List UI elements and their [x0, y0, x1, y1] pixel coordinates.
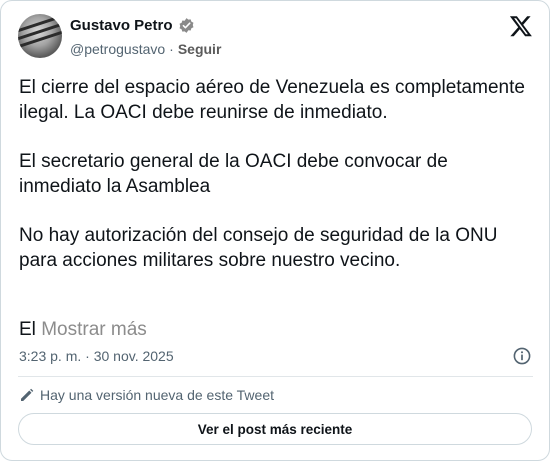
tweet-timestamp[interactable]: 3:23 p. m. · 30 nov. 2025 [19, 348, 174, 364]
truncated-text: El [19, 319, 36, 340]
avatar[interactable] [18, 14, 62, 58]
tweet-text: El cierre del espacio aéreo de Venezuela… [19, 75, 534, 273]
view-latest-post-label: Ver el post más reciente [197, 421, 353, 437]
author-handle-row: @petrogustavo · Seguir [70, 41, 221, 57]
author-name-row: Gustavo Petro [70, 17, 195, 34]
tweet-paragraph: No hay autorización del consejo de segur… [19, 225, 498, 271]
author-handle[interactable]: @petrogustavo [70, 41, 165, 57]
separator-dot: · [169, 41, 174, 57]
show-more-link[interactable]: Mostrar más [41, 319, 147, 340]
pencil-icon [21, 388, 34, 401]
tweet-card: Gustavo Petro @petrogustavo · Seguir El … [0, 0, 550, 461]
update-notice-text: Hay una versión nueva de este Tweet [40, 387, 275, 403]
view-latest-post-button[interactable]: Ver el post más reciente [18, 413, 532, 445]
author-name[interactable]: Gustavo Petro [70, 17, 173, 34]
show-more-row: El Mostrar más [19, 317, 147, 342]
follow-button[interactable]: Seguir [178, 41, 222, 57]
info-icon[interactable] [512, 346, 532, 366]
tweet-paragraph: El cierre del espacio aéreo de Venezuela… [19, 77, 525, 123]
tweet-paragraph: El secretario general de la OACI debe co… [19, 151, 448, 197]
update-notice: Hay una versión nueva de este Tweet [19, 387, 274, 403]
x-logo-icon[interactable] [509, 14, 533, 38]
divider [18, 376, 533, 377]
verified-badge-icon [179, 18, 193, 33]
